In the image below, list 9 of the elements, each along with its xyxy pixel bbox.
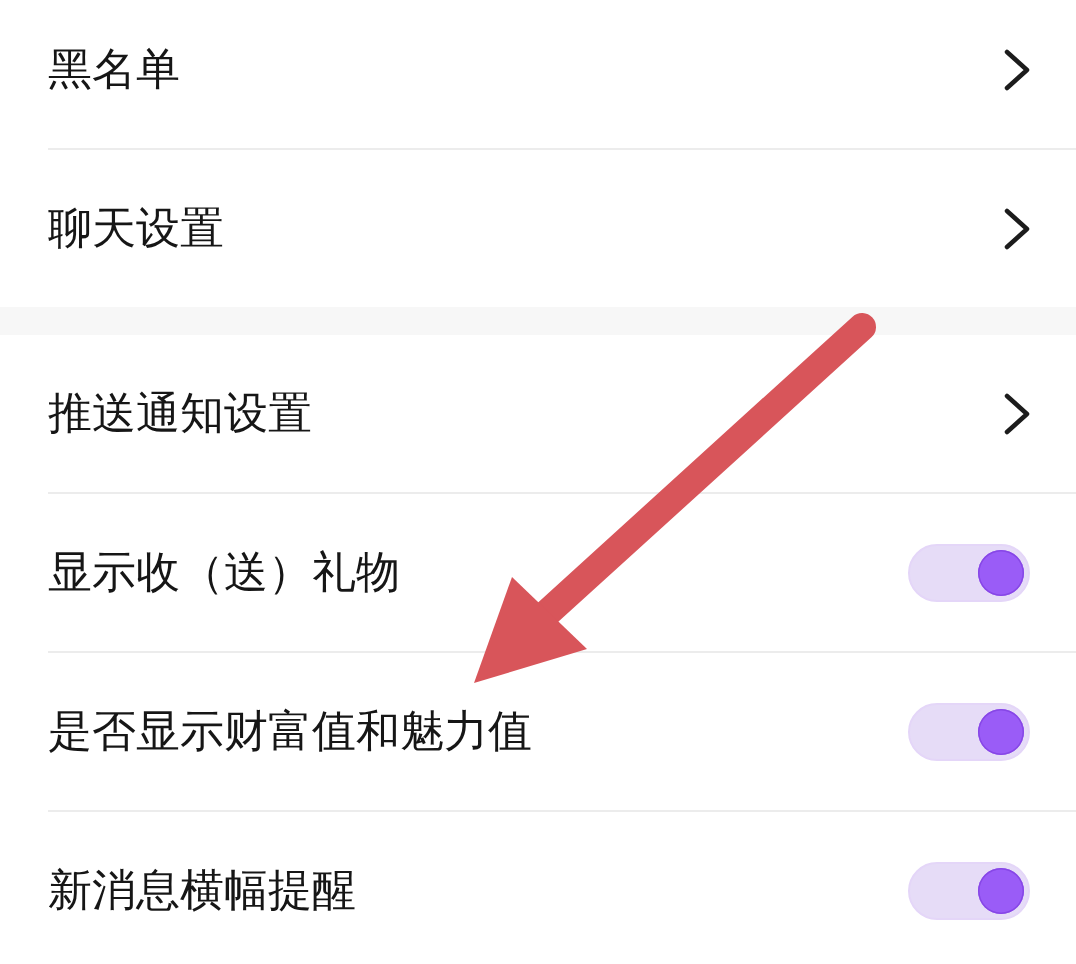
setting-label: 新消息横幅提醒 [48, 864, 356, 917]
setting-label: 推送通知设置 [48, 387, 312, 440]
setting-label: 聊天设置 [48, 202, 224, 255]
setting-label: 是否显示财富值和魅力值 [48, 705, 532, 758]
setting-label: 黑名单 [48, 43, 180, 96]
chevron-right-icon[interactable] [1004, 392, 1030, 435]
setting-label: 显示收（送）礼物 [48, 546, 400, 599]
chevron-right-icon[interactable] [1004, 207, 1030, 250]
chevron-right-icon[interactable] [1004, 48, 1030, 91]
